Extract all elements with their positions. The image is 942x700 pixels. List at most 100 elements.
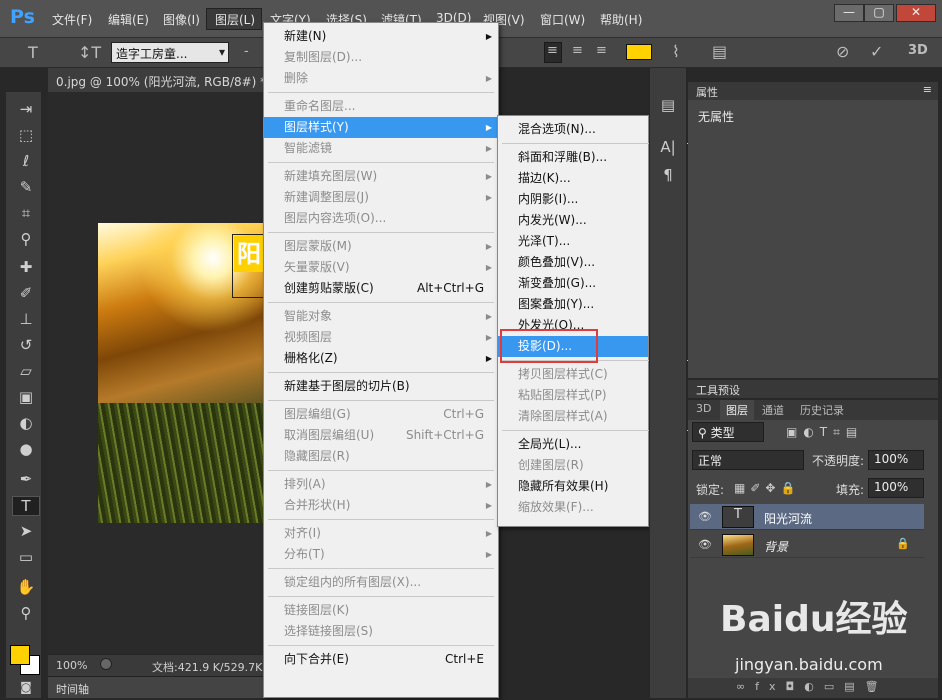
font-family-value: 造字工房童... [116, 47, 188, 61]
gradient-tool-icon[interactable]: ▣ [12, 388, 40, 408]
pen-tool-icon[interactable]: ✒ [12, 470, 40, 490]
paragraph-panel-icon[interactable]: ▤ [657, 96, 679, 116]
layer-row-text[interactable]: 👁 T 阳光河流 [690, 504, 924, 530]
style-menu-item[interactable]: 隐藏所有效果(H) [498, 476, 648, 497]
layer-menu-item: 合并形状(H) ▶ [264, 495, 498, 516]
foreground-color-swatch[interactable] [10, 645, 30, 665]
paragraph-mark-icon[interactable]: ¶ [657, 166, 679, 186]
tab-history[interactable]: 历史记录 [800, 402, 844, 418]
status-menu-icon[interactable] [100, 658, 112, 670]
visibility-eye-icon[interactable]: 👁 [698, 538, 712, 552]
cancel-icon[interactable]: ⊘ [836, 42, 849, 64]
submenu-arrow-icon: ▶ [485, 263, 492, 272]
submenu-arrow-icon: ▶ [485, 333, 492, 342]
submenu-arrow-icon: ▶ [485, 501, 492, 510]
style-menu-item[interactable]: 颜色叠加(V)... [498, 252, 648, 273]
zoom-tool-icon[interactable]: ⚲ [12, 604, 40, 624]
align-center-icon[interactable]: ≡ [572, 43, 583, 65]
minimize-button[interactable]: — [834, 4, 864, 22]
history-brush-tool-icon[interactable]: ↺ [12, 336, 40, 356]
visibility-eye-icon[interactable]: 👁 [698, 510, 712, 524]
quick-mask-icon[interactable]: ◙ [12, 680, 40, 700]
type-tool-preset-icon[interactable]: T [28, 43, 38, 65]
clone-stamp-tool-icon[interactable]: ⊥ [12, 310, 40, 330]
layer-menu-item[interactable]: 新建(N) ▶ [264, 26, 498, 47]
character-panel-icon[interactable]: ▤ [712, 42, 727, 64]
lock-icons[interactable]: ▦✐✥🔒 [734, 481, 800, 495]
layer-name: 背景 [764, 540, 789, 554]
submenu-arrow-icon: ▶ [485, 529, 492, 538]
layer-menu-item: 锁定组内的所有图层(X)... [264, 572, 498, 593]
tool-presets-header[interactable]: 工具预设 [688, 380, 938, 398]
layer-filter-select[interactable]: ⚲ 类型 [692, 422, 764, 442]
menu-layer[interactable]: 图层(L) [215, 11, 255, 28]
rectangle-tool-icon[interactable]: ▭ [12, 548, 40, 568]
style-menu-item[interactable]: 内发光(W)... [498, 210, 648, 231]
menu-edit[interactable]: 编辑(E) [108, 11, 149, 28]
align-right-icon[interactable]: ≡ [596, 43, 607, 65]
text-bounding-box[interactable] [232, 234, 264, 298]
type-tool-icon[interactable]: T [12, 496, 40, 516]
font-style-dash[interactable]: - [244, 44, 249, 66]
layer-menu-item-label: 链接图层(K) [284, 603, 350, 617]
lock-label: 锁定: [696, 483, 725, 497]
toggle-text-orientation-icon[interactable]: ↕T [78, 43, 101, 65]
layer-menu-item[interactable]: 新建基于图层的切片(B) [264, 376, 498, 397]
marquee-tool-icon[interactable]: ⬚ [12, 126, 40, 146]
style-menu-item[interactable]: 渐变叠加(G)... [498, 273, 648, 294]
style-menu-item[interactable]: 斜面和浮雕(B)... [498, 147, 648, 168]
font-family-select[interactable]: 造字工房童... ▾ [111, 42, 229, 63]
character-panel-icon[interactable]: A| [657, 138, 679, 158]
layer-filter-icons[interactable]: ▣◐T⌗▤ [786, 425, 863, 440]
commit-icon[interactable]: ✓ [870, 42, 883, 64]
layer-menu-item[interactable]: 创建剪贴蒙版(C) Alt+Ctrl+G [264, 278, 498, 299]
menu-file[interactable]: 文件(F) [52, 11, 92, 28]
properties-panel-header[interactable]: 属性 ≡ [688, 82, 938, 100]
style-menu-item[interactable]: 全局光(L)... [498, 434, 648, 455]
layer-menu-item: 重命名图层... [264, 96, 498, 117]
3d-mode-icon[interactable]: 3D [908, 43, 928, 65]
style-menu-item[interactable]: 描边(K)... [498, 168, 648, 189]
tab-channels[interactable]: 通道 [762, 402, 784, 418]
timeline-panel-tab[interactable]: 时间轴 [48, 676, 264, 698]
opacity-input[interactable]: 100% [868, 450, 924, 470]
document-tab[interactable]: 0.jpg @ 100% (阳光河流, RGB/8#) * [48, 68, 264, 92]
eyedropper-tool-icon[interactable]: ⚲ [12, 230, 40, 250]
opacity-value: 100% [874, 452, 909, 466]
text-color-swatch[interactable] [626, 44, 652, 60]
chevron-down-icon: ▾ [218, 45, 225, 59]
layer-menu-item[interactable]: 栅格化(Z) ▶ [264, 348, 498, 369]
style-menu-item[interactable]: 混合选项(N)... [498, 119, 648, 140]
style-menu-item[interactable]: 光泽(T)... [498, 231, 648, 252]
menu-help[interactable]: 帮助(H) [600, 11, 642, 28]
lasso-tool-icon[interactable]: ℓ [12, 152, 40, 172]
layer-menu-item[interactable]: 向下合并(E) Ctrl+E [264, 649, 498, 670]
hand-tool-icon[interactable]: ✋ [12, 578, 40, 598]
style-menu-item: 创建图层(R) [498, 455, 648, 476]
layer-row-background[interactable]: 👁 背景 🔒 [690, 532, 924, 558]
layer-footer-icons[interactable]: ∞fx◘◐▭▤🗑 [736, 680, 889, 693]
tab-layers[interactable]: 图层 [720, 400, 754, 420]
blend-mode-select[interactable]: 正常 [692, 450, 804, 470]
path-select-tool-icon[interactable]: ➤ [12, 522, 40, 542]
fill-input[interactable]: 100% [868, 478, 924, 498]
menu-window[interactable]: 窗口(W) [540, 11, 585, 28]
dodge-tool-icon[interactable]: ● [12, 440, 40, 460]
maximize-button[interactable]: ▢ [864, 4, 894, 22]
tab-3d[interactable]: 3D [696, 402, 711, 415]
eraser-tool-icon[interactable]: ▱ [12, 362, 40, 382]
style-menu-item[interactable]: 内阴影(I)... [498, 189, 648, 210]
brush-tool-icon[interactable]: ✐ [12, 284, 40, 304]
zoom-level[interactable]: 100% [56, 659, 87, 672]
style-menu-item[interactable]: 图案叠加(Y)... [498, 294, 648, 315]
menu-image[interactable]: 图像(I) [163, 11, 200, 28]
blur-tool-icon[interactable]: ◐ [12, 414, 40, 434]
move-tool-icon[interactable]: ⇥ [12, 100, 40, 120]
panel-menu-icon[interactable]: ≡ [923, 83, 932, 96]
warp-text-icon[interactable]: ⌇ [672, 42, 680, 64]
layer-menu-item[interactable]: 图层样式(Y) ▶ [264, 117, 498, 138]
crop-tool-icon[interactable]: ⌗ [12, 204, 40, 224]
close-button[interactable]: ✕ [896, 4, 936, 22]
healing-brush-tool-icon[interactable]: ✚ [12, 258, 40, 278]
quick-select-tool-icon[interactable]: ✎ [12, 178, 40, 198]
